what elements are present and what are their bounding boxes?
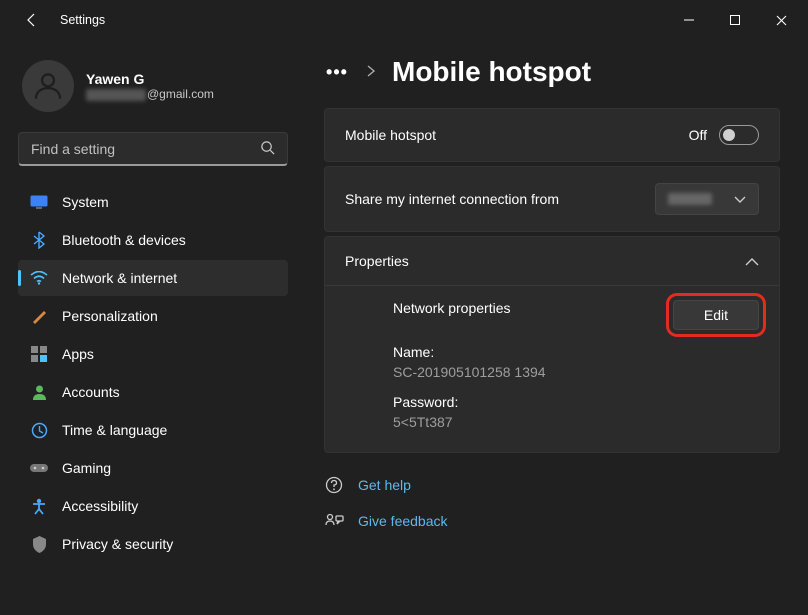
chevron-down-icon — [734, 191, 746, 207]
sidebar: Yawen G @gmail.com System Bluetooth & de… — [0, 40, 300, 615]
sidebar-nav: System Bluetooth & devices Network & int… — [18, 184, 288, 562]
sidebar-item-time-language[interactable]: Time & language — [18, 412, 288, 448]
avatar — [22, 60, 74, 112]
help-icon — [324, 475, 344, 495]
clock-globe-icon — [30, 421, 48, 439]
person-icon — [30, 383, 48, 401]
properties-header-label: Properties — [345, 253, 745, 269]
page-title: Mobile hotspot — [392, 56, 591, 88]
minimize-button[interactable] — [666, 4, 712, 36]
sidebar-item-accounts[interactable]: Accounts — [18, 374, 288, 410]
share-from-dropdown[interactable] — [655, 183, 759, 215]
search-input[interactable] — [31, 141, 260, 157]
chevron-right-icon — [366, 64, 376, 80]
footer-links: Get help Give feedback — [324, 457, 780, 549]
apps-icon — [30, 345, 48, 363]
sidebar-item-accessibility[interactable]: Accessibility — [18, 488, 288, 524]
password-label: Password: — [393, 394, 759, 410]
sidebar-item-gaming[interactable]: Gaming — [18, 450, 288, 486]
bluetooth-icon — [30, 231, 48, 249]
name-label: Name: — [393, 344, 759, 360]
properties-expander-header[interactable]: Properties — [325, 237, 779, 285]
share-from-label: Share my internet connection from — [345, 191, 655, 207]
get-help-label: Get help — [358, 477, 411, 493]
profile-username: Yawen G — [86, 71, 214, 87]
gaming-icon — [30, 459, 48, 477]
close-button[interactable] — [758, 4, 804, 36]
accessibility-icon — [30, 497, 48, 515]
password-value: 5<5Tt387 — [393, 414, 759, 430]
network-properties-label: Network properties — [393, 300, 673, 316]
sidebar-item-privacy-security[interactable]: Privacy & security — [18, 526, 288, 562]
properties-card: Properties Network properties Edit Name:… — [324, 236, 780, 453]
search-icon — [260, 140, 275, 158]
hotspot-label: Mobile hotspot — [345, 127, 689, 143]
sidebar-item-network[interactable]: Network & internet — [18, 260, 288, 296]
hotspot-state-text: Off — [689, 127, 707, 143]
profile-email: @gmail.com — [86, 87, 214, 101]
titlebar: Settings — [0, 0, 808, 40]
shield-icon — [30, 535, 48, 553]
profile-block[interactable]: Yawen G @gmail.com — [18, 48, 288, 128]
properties-body: Network properties Edit Name: SC-2019051… — [325, 286, 779, 452]
breadcrumb-menu-button[interactable]: ••• — [324, 59, 350, 85]
main-content: ••• Mobile hotspot Mobile hotspot Off S — [300, 40, 808, 615]
sidebar-item-bluetooth[interactable]: Bluetooth & devices — [18, 222, 288, 258]
back-button[interactable] — [16, 4, 48, 36]
breadcrumb: ••• Mobile hotspot — [324, 56, 780, 88]
name-value: SC-201905101258 1394 — [393, 364, 759, 380]
window-controls — [666, 4, 804, 36]
feedback-icon — [324, 511, 344, 531]
chevron-up-icon — [745, 253, 759, 269]
paintbrush-icon — [30, 307, 48, 325]
wifi-icon — [30, 269, 48, 287]
sidebar-item-apps[interactable]: Apps — [18, 336, 288, 372]
hotspot-toggle[interactable] — [719, 125, 759, 145]
share-from-card: Share my internet connection from — [324, 166, 780, 232]
sidebar-item-personalization[interactable]: Personalization — [18, 298, 288, 334]
give-feedback-link[interactable]: Give feedback — [324, 511, 780, 531]
search-box[interactable] — [18, 132, 288, 166]
app-title: Settings — [60, 13, 105, 27]
hotspot-toggle-card: Mobile hotspot Off — [324, 108, 780, 162]
maximize-button[interactable] — [712, 4, 758, 36]
give-feedback-label: Give feedback — [358, 513, 448, 529]
sidebar-item-system[interactable]: System — [18, 184, 288, 220]
get-help-link[interactable]: Get help — [324, 475, 780, 495]
edit-button[interactable]: Edit — [673, 300, 759, 330]
display-icon — [30, 193, 48, 211]
share-from-value — [668, 193, 712, 205]
